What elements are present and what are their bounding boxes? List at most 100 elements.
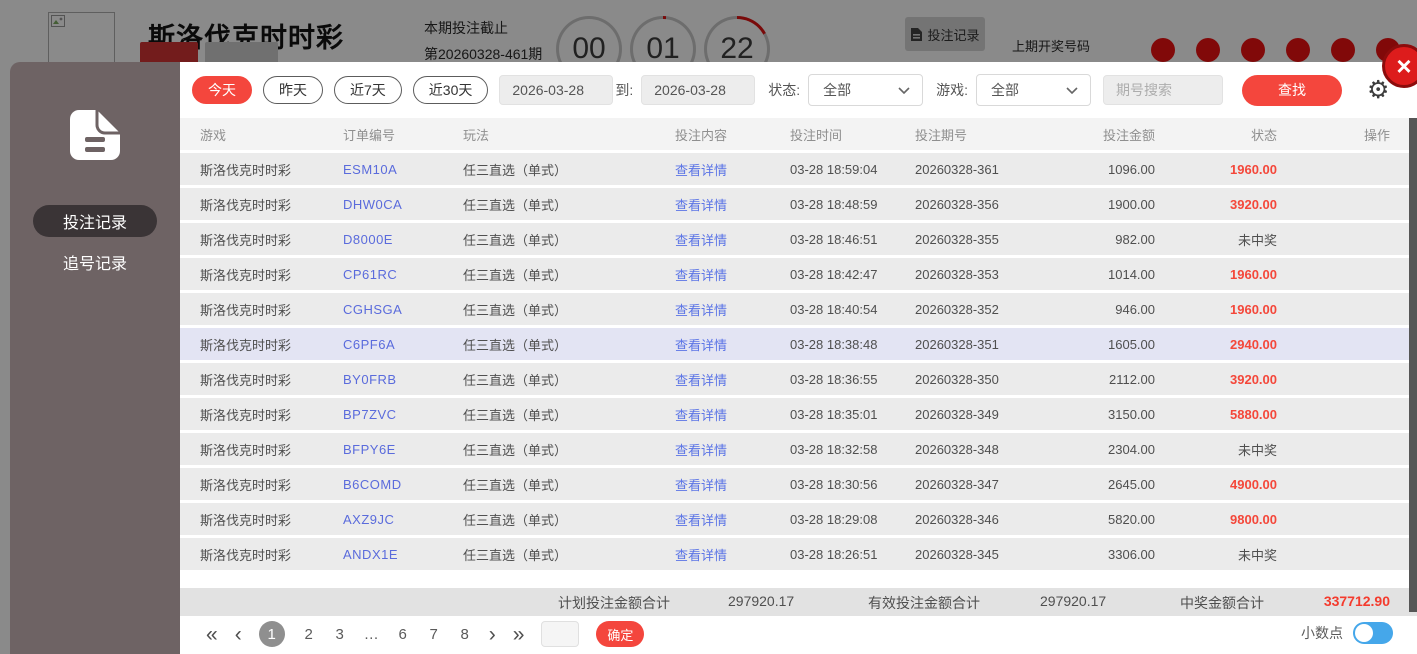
quick-filter-button[interactable]: 今天 — [192, 76, 252, 104]
cell-play-type: 任三直选（单式） — [463, 160, 675, 179]
cell-amount: 982.00 — [1035, 232, 1155, 247]
view-detail-link[interactable]: 查看详情 — [675, 300, 790, 319]
cell-game: 斯洛伐克时时彩 — [200, 230, 343, 249]
cell-game: 斯洛伐克时时彩 — [200, 300, 343, 319]
cell-play-type: 任三直选（单式） — [463, 370, 675, 389]
first-page-button[interactable]: « — [206, 624, 218, 645]
cell-status: 1960.00 — [1155, 162, 1277, 177]
view-detail-link[interactable]: 查看详情 — [675, 440, 790, 459]
plan-total-value: 297920.17 — [728, 593, 794, 609]
page-number[interactable]: 6 — [396, 626, 410, 643]
cell-order-number[interactable]: CP61RC — [343, 267, 463, 282]
cell-play-type: 任三直选（单式） — [463, 195, 675, 214]
cell-game: 斯洛伐克时时彩 — [200, 440, 343, 459]
page-confirm-button[interactable]: 确定 — [596, 621, 644, 647]
gear-icon[interactable]: ⚙ — [1367, 78, 1389, 103]
cell-order-number[interactable]: BFPY6E — [343, 442, 463, 457]
cell-period: 20260328-346 — [915, 512, 1035, 527]
win-total-value: 337712.90 — [1324, 593, 1390, 609]
view-detail-link[interactable]: 查看详情 — [675, 230, 790, 249]
cell-bet-time: 03-28 18:46:51 — [790, 232, 915, 247]
cell-amount: 2304.00 — [1035, 442, 1155, 457]
page-jump-input[interactable] — [541, 621, 579, 647]
cell-order-number[interactable]: AXZ9JC — [343, 512, 463, 527]
page-ellipsis: … — [364, 626, 379, 643]
cell-order-number[interactable]: DHW0CA — [343, 197, 463, 212]
search-button[interactable]: 查找 — [1242, 75, 1342, 106]
sidebar-item-chase-records[interactable]: 追号记录 — [33, 246, 157, 278]
cell-amount: 5820.00 — [1035, 512, 1155, 527]
record-document-icon — [69, 109, 121, 161]
view-detail-link[interactable]: 查看详情 — [675, 370, 790, 389]
column-header: 操作 — [1277, 125, 1390, 144]
cell-status: 未中奖 — [1155, 230, 1277, 249]
cell-order-number[interactable]: BY0FRB — [343, 372, 463, 387]
decimal-toggle-group: 小数点 — [1301, 622, 1393, 644]
view-detail-link[interactable]: 查看详情 — [675, 195, 790, 214]
cell-status: 未中奖 — [1155, 440, 1277, 459]
cell-order-number[interactable]: C6PF6A — [343, 337, 463, 352]
cell-bet-time: 03-28 18:26:51 — [790, 547, 915, 562]
cell-order-number[interactable]: CGHSGA — [343, 302, 463, 317]
cell-bet-time: 03-28 18:59:04 — [790, 162, 915, 177]
cell-period: 20260328-353 — [915, 267, 1035, 282]
cell-status: 9800.00 — [1155, 512, 1277, 527]
cell-order-number[interactable]: D8000E — [343, 232, 463, 247]
cell-period: 20260328-352 — [915, 302, 1035, 317]
page-number[interactable]: 7 — [427, 626, 441, 643]
table-scrollbar[interactable] — [1409, 118, 1417, 612]
game-select[interactable]: 全部 — [976, 74, 1091, 106]
decimal-toggle-switch[interactable] — [1353, 622, 1393, 644]
cell-order-number[interactable]: BP7ZVC — [343, 407, 463, 422]
cell-status: 1960.00 — [1155, 302, 1277, 317]
cell-status: 4900.00 — [1155, 477, 1277, 492]
cell-play-type: 任三直选（单式） — [463, 510, 675, 529]
column-header: 状态 — [1155, 125, 1277, 144]
cell-status: 3920.00 — [1155, 372, 1277, 387]
pagination: « ‹ 123 … 678 › » 确定 — [206, 614, 644, 654]
game-filter-label: 游戏: — [936, 80, 968, 100]
view-detail-link[interactable]: 查看详情 — [675, 405, 790, 424]
cell-game: 斯洛伐克时时彩 — [200, 545, 343, 564]
cell-amount: 1605.00 — [1035, 337, 1155, 352]
cell-bet-time: 03-28 18:48:59 — [790, 197, 915, 212]
cell-period: 20260328-350 — [915, 372, 1035, 387]
prev-page-button[interactable]: ‹ — [235, 624, 242, 645]
column-header: 投注金额 — [1035, 125, 1155, 144]
column-header: 投注内容 — [675, 125, 790, 144]
view-detail-link[interactable]: 查看详情 — [675, 475, 790, 494]
view-detail-link[interactable]: 查看详情 — [675, 265, 790, 284]
quick-filter-button[interactable]: 昨天 — [263, 76, 323, 104]
status-select[interactable]: 全部 — [808, 74, 923, 106]
date-to-input[interactable] — [641, 75, 755, 105]
next-page-button[interactable]: › — [489, 624, 496, 645]
page-number[interactable]: 8 — [458, 626, 472, 643]
quick-filter-button[interactable]: 近7天 — [334, 76, 402, 104]
period-search-input[interactable] — [1103, 75, 1223, 105]
last-page-button[interactable]: » — [513, 624, 525, 645]
view-detail-link[interactable]: 查看详情 — [675, 545, 790, 564]
page-number[interactable]: 2 — [302, 626, 316, 643]
cell-order-number[interactable]: B6COMD — [343, 477, 463, 492]
sidebar-item-bet-records[interactable]: 投注记录 — [33, 205, 157, 237]
quick-filter-button[interactable]: 近30天 — [413, 76, 489, 104]
cell-game: 斯洛伐克时时彩 — [200, 195, 343, 214]
cell-amount: 2645.00 — [1035, 477, 1155, 492]
cell-bet-time: 03-28 18:30:56 — [790, 477, 915, 492]
cell-status: 3920.00 — [1155, 197, 1277, 212]
cell-order-number[interactable]: ESM10A — [343, 162, 463, 177]
cell-order-number[interactable]: ANDX1E — [343, 547, 463, 562]
cell-play-type: 任三直选（单式） — [463, 230, 675, 249]
date-from-input[interactable] — [499, 75, 613, 105]
column-header: 玩法 — [463, 125, 675, 144]
column-header: 投注期号 — [915, 125, 1035, 144]
page-number[interactable]: 3 — [333, 626, 347, 643]
table-row: 斯洛伐克时时彩 CP61RC 任三直选（单式） 查看详情 03-28 18:42… — [180, 258, 1417, 290]
table-body: 斯洛伐克时时彩 ESM10A 任三直选（单式） 查看详情 03-28 18:59… — [180, 153, 1417, 573]
page-number[interactable]: 1 — [259, 621, 285, 647]
view-detail-link[interactable]: 查看详情 — [675, 335, 790, 354]
view-detail-link[interactable]: 查看详情 — [675, 160, 790, 179]
view-detail-link[interactable]: 查看详情 — [675, 510, 790, 529]
cell-game: 斯洛伐克时时彩 — [200, 475, 343, 494]
cell-bet-time: 03-28 18:35:01 — [790, 407, 915, 422]
